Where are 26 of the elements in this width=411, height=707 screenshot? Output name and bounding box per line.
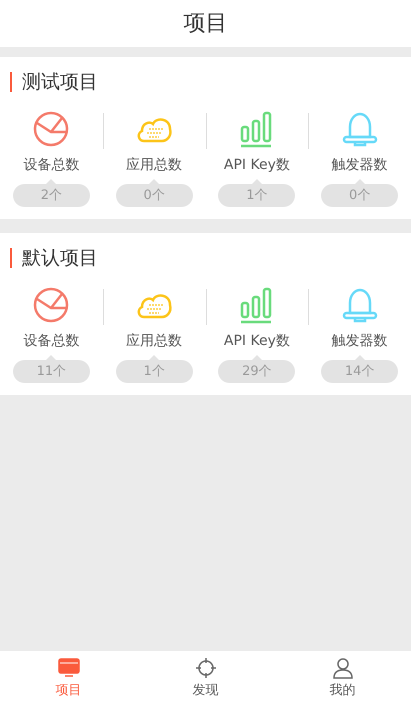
crosshair-icon <box>194 657 216 680</box>
project-card[interactable]: 默认项目 设备总数 11个 应用总数 1个 API Key数 29个 触发器数 14个 <box>0 233 411 395</box>
stat-label: API Key数 <box>224 156 290 175</box>
stat-label: 应用总数 <box>126 156 182 175</box>
stat-label: 触发器数 <box>332 156 388 175</box>
count-badge: 29个 <box>218 360 296 383</box>
page-title: 项目 <box>184 10 228 38</box>
stat-label: 设备总数 <box>23 156 80 175</box>
count-badge: 1个 <box>218 184 296 207</box>
count-badge: 11个 <box>12 360 90 383</box>
count-badge: 1个 <box>116 360 193 383</box>
project-name: 测试项目 <box>22 70 98 95</box>
stat-label: API Key数 <box>224 332 290 351</box>
project-card[interactable]: 测试项目 设备总数 2个 应用总数 0个 API Key数 1个 触发器数 0个 <box>0 57 411 219</box>
project-name: 默认项目 <box>22 246 98 271</box>
user-icon <box>332 657 354 680</box>
count-badge: 14个 <box>321 360 398 383</box>
stat-label: 设备总数 <box>23 332 80 351</box>
monitor-icon <box>58 657 80 680</box>
tab-item[interactable]: 我的 <box>274 651 411 707</box>
stat-label: 应用总数 <box>126 332 182 351</box>
count-badge: 2个 <box>12 184 90 207</box>
stat-label: 触发器数 <box>332 332 388 351</box>
tab-item[interactable]: 发现 <box>137 651 274 707</box>
count-badge: 0个 <box>116 184 193 207</box>
count-badge: 0个 <box>321 184 398 207</box>
